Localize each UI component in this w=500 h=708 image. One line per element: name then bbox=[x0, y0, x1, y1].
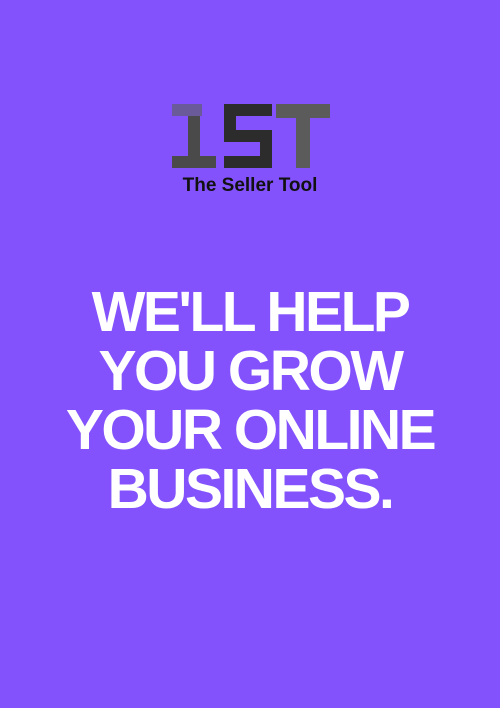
headline-line-2: YOU GROW bbox=[98, 339, 405, 403]
poster: The Seller Tool WE'LL HELP YOU GROW YOUR… bbox=[0, 0, 500, 708]
headline-line-1: WE'LL HELP bbox=[91, 280, 411, 344]
headline: WE'LL HELP YOU GROW YOUR ONLINE BUSINESS… bbox=[0, 283, 500, 519]
brand-logo: The Seller Tool bbox=[0, 95, 500, 205]
headline-line-4: BUSINESS. bbox=[107, 457, 395, 521]
brand-name: The Seller Tool bbox=[182, 175, 318, 196]
headline-line-3: YOUR ONLINE bbox=[65, 398, 437, 462]
tst-logo-mark bbox=[172, 104, 330, 168]
